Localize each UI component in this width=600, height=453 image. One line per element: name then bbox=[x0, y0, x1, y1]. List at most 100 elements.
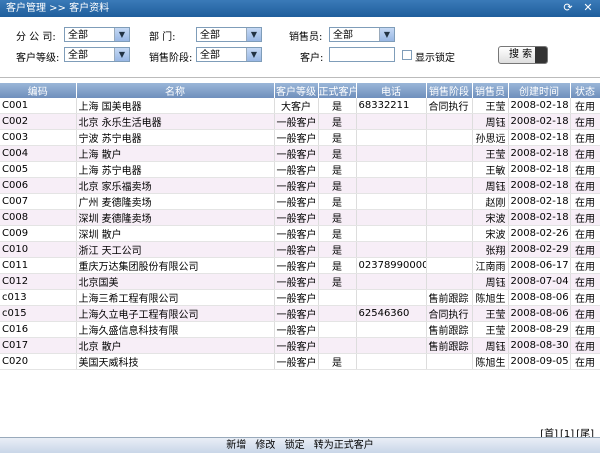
cell-level: 一般客户 bbox=[274, 353, 319, 370]
chevron-down-icon[interactable]: ▼ bbox=[379, 28, 394, 41]
search-button[interactable]: 搜 索 bbox=[498, 46, 548, 64]
salesperson-label: 销售员: bbox=[289, 32, 323, 43]
cell-stage bbox=[426, 129, 473, 146]
col-header-name[interactable]: 名称 bbox=[76, 83, 275, 98]
close-icon[interactable]: ✕ bbox=[582, 2, 594, 14]
cell-created: 2008-02-18 bbox=[508, 193, 571, 210]
company-label: 分 公 司: bbox=[16, 32, 56, 43]
table-row[interactable]: C011 重庆万达集团股份有限公司 一般客户是 02378990000 江南雨 2008-… bbox=[0, 257, 600, 274]
new-button[interactable]: 新增 bbox=[226, 440, 246, 451]
cell-level: 大客户 bbox=[274, 98, 319, 114]
col-header-salesperson[interactable]: 销售员 bbox=[472, 83, 509, 98]
cell-name: 深圳 散户 bbox=[76, 225, 275, 242]
cell-phone: 62546360 bbox=[356, 305, 427, 322]
cell-created: 2008-09-05 bbox=[508, 353, 571, 370]
cell-phone bbox=[356, 177, 427, 194]
col-header-level[interactable]: 客户等级 bbox=[274, 83, 319, 98]
cell-code: C017 bbox=[0, 337, 77, 354]
cell-salesperson: 周钰 bbox=[472, 337, 509, 354]
cell-code: C011 bbox=[0, 257, 77, 274]
cell-status: 在用 bbox=[570, 177, 600, 194]
chevron-down-icon[interactable]: ▼ bbox=[114, 28, 129, 41]
cell-name: 北京 家乐福卖场 bbox=[76, 177, 275, 194]
table-row[interactable]: C010 浙江 天工公司 一般客户是 张翔 2008-02-29 在用 bbox=[0, 241, 600, 258]
cell-status: 在用 bbox=[570, 161, 600, 178]
cell-created: 2008-08-30 bbox=[508, 337, 571, 354]
table-row[interactable]: C002 北京 永乐生活电器 一般客户是 周钰 2008-02-18 在用 bbox=[0, 113, 600, 130]
cell-name: 北京国美 bbox=[76, 273, 275, 290]
cell-salesperson: 陈旭生 bbox=[472, 289, 509, 306]
cell-phone bbox=[356, 145, 427, 162]
level-select[interactable]: 全部 ▼ bbox=[64, 47, 130, 62]
cell-level: 一般客户 bbox=[274, 289, 319, 306]
stage-select[interactable]: 全部 ▼ bbox=[196, 47, 262, 62]
cell-name: 上海三希工程有限公司 bbox=[76, 289, 275, 306]
cell-salesperson: 宋波 bbox=[472, 209, 509, 226]
company-select[interactable]: 全部 ▼ bbox=[64, 27, 130, 42]
refresh-icon[interactable]: ⟳ bbox=[562, 2, 574, 14]
cell-status: 在用 bbox=[570, 289, 600, 306]
col-header-phone[interactable]: 电话 bbox=[356, 83, 427, 98]
table-row[interactable]: C008 深圳 麦德隆卖场 一般客户是 宋波 2008-02-18 在用 bbox=[0, 209, 600, 226]
filter-panel: 分 公 司: 全部 ▼ 部 门: 全部 ▼ 销售员: 全部 ▼ 客户等级: 全部… bbox=[0, 17, 600, 78]
cell-salesperson: 张翔 bbox=[472, 241, 509, 258]
cell-salesperson: 周钰 bbox=[472, 113, 509, 130]
col-header-code[interactable]: 编码 bbox=[0, 83, 77, 98]
cell-name: 深圳 麦德隆卖场 bbox=[76, 209, 275, 226]
department-label: 部 门: bbox=[149, 32, 176, 43]
cell-stage bbox=[426, 273, 473, 290]
cell-salesperson: 孙思远 bbox=[472, 129, 509, 146]
table-row[interactable]: c015 上海久立电子工程有限公司 一般客户 62546360 合同执行 王莹 2008-0… bbox=[0, 305, 600, 322]
cell-status: 在用 bbox=[570, 257, 600, 274]
cell-level: 一般客户 bbox=[274, 337, 319, 354]
cell-phone bbox=[356, 241, 427, 258]
table-header-row: 编码 名称 客户等级 正式客户 电话 销售阶段 销售员 创建时间 状态 bbox=[0, 83, 600, 98]
table-row[interactable]: C016 上海久盛信息科技有限 一般客户 售前跟踪 王莹 2008-08-29 在用 bbox=[0, 321, 600, 338]
table-row[interactable]: C005 上海 苏宁电器 一般客户是 王敏 2008-02-18 在用 bbox=[0, 161, 600, 178]
table-row[interactable]: C003 宁波 苏宁电器 一般客户是 孙思远 2008-02-18 在用 bbox=[0, 129, 600, 146]
cell-formal: 是 bbox=[318, 225, 357, 242]
col-header-status[interactable]: 状态 bbox=[570, 83, 600, 98]
cell-code: C009 bbox=[0, 225, 77, 242]
table-row[interactable]: C017 北京 散户 一般客户 售前跟踪 周钰 2008-08-30 在用 bbox=[0, 337, 600, 354]
col-header-created[interactable]: 创建时间 bbox=[508, 83, 571, 98]
table-row[interactable]: C006 北京 家乐福卖场 一般客户是 周钰 2008-02-18 在用 bbox=[0, 177, 600, 194]
button-edge-decoration bbox=[535, 47, 547, 63]
edit-button[interactable]: 修改 bbox=[255, 440, 275, 451]
cell-formal: 是 bbox=[318, 129, 357, 146]
department-select[interactable]: 全部 ▼ bbox=[196, 27, 262, 42]
customer-input[interactable] bbox=[329, 47, 395, 62]
cell-level: 一般客户 bbox=[274, 273, 319, 290]
cell-salesperson: 周钰 bbox=[472, 273, 509, 290]
cell-level: 一般客户 bbox=[274, 193, 319, 210]
cell-formal: 是 bbox=[318, 161, 357, 178]
cell-created: 2008-06-17 bbox=[508, 257, 571, 274]
cell-formal: 是 bbox=[318, 241, 357, 258]
chevron-down-icon[interactable]: ▼ bbox=[246, 48, 261, 61]
salesperson-select[interactable]: 全部 ▼ bbox=[329, 27, 395, 42]
table-row[interactable]: C004 上海 散户 一般客户是 王莹 2008-02-18 在用 bbox=[0, 145, 600, 162]
show-locked-checkbox[interactable] bbox=[402, 50, 412, 60]
table-row[interactable]: C001 上海 国美电器 大客户是 68332211 合同执行 王莹 2008-02-18 在… bbox=[0, 98, 600, 114]
col-header-stage[interactable]: 销售阶段 bbox=[426, 83, 473, 98]
cell-stage: 售前跟踪 bbox=[426, 321, 473, 338]
table-row[interactable]: C007 广州 麦德隆卖场 一般客户是 赵刚 2008-02-18 在用 bbox=[0, 193, 600, 210]
table-row[interactable]: C012 北京国美 一般客户是 周钰 2008-07-04 在用 bbox=[0, 273, 600, 290]
cell-phone bbox=[356, 129, 427, 146]
cell-code: C006 bbox=[0, 177, 77, 194]
chevron-down-icon[interactable]: ▼ bbox=[246, 28, 261, 41]
table-row[interactable]: c013 上海三希工程有限公司 一般客户 售前跟踪 陈旭生 2008-08-06 在用 bbox=[0, 289, 600, 306]
chevron-down-icon[interactable]: ▼ bbox=[114, 48, 129, 61]
convert-button[interactable]: 转为正式客户 bbox=[314, 440, 374, 451]
cell-name: 上海久立电子工程有限公司 bbox=[76, 305, 275, 322]
cell-created: 2008-08-29 bbox=[508, 321, 571, 338]
cell-created: 2008-02-18 bbox=[508, 177, 571, 194]
lock-button[interactable]: 锁定 bbox=[285, 440, 305, 451]
table-row[interactable]: C009 深圳 散户 一般客户是 宋波 2008-02-26 在用 bbox=[0, 225, 600, 242]
cell-name: 上海 散户 bbox=[76, 145, 275, 162]
col-header-formal[interactable]: 正式客户 bbox=[318, 83, 357, 98]
cell-salesperson: 王敏 bbox=[472, 161, 509, 178]
cell-stage: 合同执行 bbox=[426, 98, 473, 114]
table-row[interactable]: C020 美国天威科技 一般客户是 陈旭生 2008-09-05 在用 bbox=[0, 353, 600, 370]
cell-phone bbox=[356, 113, 427, 130]
